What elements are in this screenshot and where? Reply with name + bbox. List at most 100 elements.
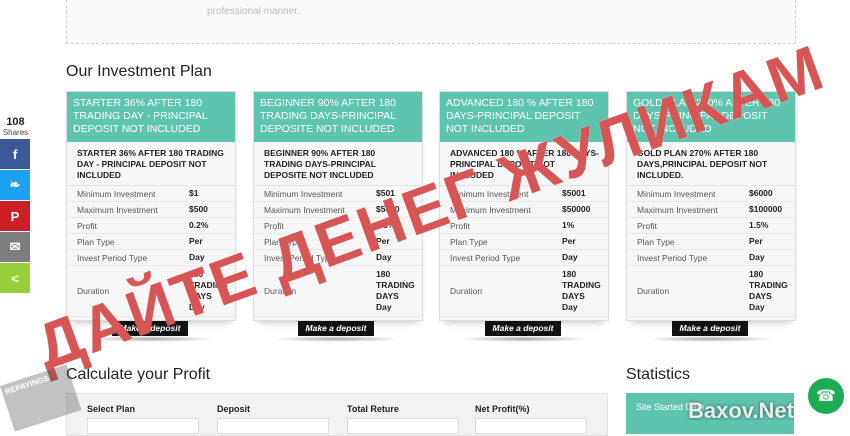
row-max: Maximum Investment $50000 bbox=[440, 202, 608, 218]
label: Profit bbox=[77, 220, 97, 231]
calculator-panel: Select Plan Deposit Total Reture Net Pro… bbox=[66, 393, 608, 436]
label: Minimum Investment bbox=[77, 188, 156, 199]
row-profit: Profit 0.2% bbox=[67, 218, 235, 234]
pinterest-share-button[interactable]: P bbox=[0, 201, 30, 231]
plan-cards: STARTER 36% AFTER 180 TRADING DAY - PRIN… bbox=[66, 91, 796, 351]
label: Maximum Investment bbox=[637, 204, 718, 215]
row-period: Invest Period Type Day bbox=[67, 250, 235, 266]
label: Plan Type bbox=[637, 236, 675, 247]
value: Day bbox=[376, 252, 392, 262]
plan-description: ADVANCED 180 % AFTER 180 DAYS-PRINCIPAL … bbox=[440, 142, 608, 186]
row-duration: Duration 180 TRADING DAYS Day bbox=[67, 266, 235, 317]
share-count: 108 bbox=[6, 116, 25, 128]
row-duration: Duration 180 TRADING DAYS Day bbox=[254, 266, 422, 317]
facebook-icon: f bbox=[12, 146, 18, 162]
label: Plan Type bbox=[77, 236, 115, 247]
row-max: Maximum Investment $100000 bbox=[627, 202, 795, 218]
email-share-button[interactable]: ✉ bbox=[0, 232, 30, 262]
pinterest-icon: P bbox=[10, 208, 20, 224]
value: $500 bbox=[189, 204, 208, 214]
value: $100000 bbox=[749, 204, 783, 214]
value: 180 TRADING DAYS Day bbox=[189, 269, 228, 312]
row-type: Plan Type Per bbox=[254, 234, 422, 250]
label: Maximum Investment bbox=[77, 204, 158, 215]
value: 0.5% bbox=[376, 220, 396, 230]
phone-icon: ☎ bbox=[816, 388, 836, 405]
total-return-field bbox=[347, 418, 459, 434]
value: $50000 bbox=[562, 204, 591, 214]
value: Day bbox=[749, 252, 765, 262]
make-deposit-button[interactable]: Make a deposit bbox=[672, 321, 748, 336]
plan-description: BEGINNER 90% AFTER 180 TRADING DAYS-PRIN… bbox=[254, 142, 422, 186]
row-duration: Duration 180 TRADING DAYS Day bbox=[627, 266, 795, 317]
row-min: Minimum Investment $1 bbox=[67, 186, 235, 202]
net-profit-label: Net Profit(%) bbox=[475, 404, 530, 414]
row-type: Plan Type Per bbox=[67, 234, 235, 250]
label: Invest Period Type bbox=[77, 252, 148, 263]
generic-share-button[interactable]: < bbox=[0, 263, 30, 293]
value: $5001 bbox=[562, 188, 586, 198]
button-shadow bbox=[86, 336, 216, 342]
make-deposit-button[interactable]: Make a deposit bbox=[485, 321, 561, 336]
label: Profit bbox=[264, 220, 284, 231]
row-min: Minimum Investment $6000 bbox=[627, 186, 795, 202]
label: Invest Period Type bbox=[450, 252, 521, 263]
label: Minimum Investment bbox=[264, 188, 343, 199]
watermark: Baxov.Net bbox=[688, 398, 794, 423]
row-period: Invest Period Type Day bbox=[254, 250, 422, 266]
plan-header: GOLD PLAN 270% AFTER 180 DAYS-PRINCIPAL … bbox=[627, 92, 795, 142]
row-min: Minimum Investment $5001 bbox=[440, 186, 608, 202]
plan-card-gold: GOLD PLAN 270% AFTER 180 DAYS-PRINCIPAL … bbox=[626, 91, 796, 321]
value: 180 TRADING DAYS Day bbox=[749, 269, 788, 312]
value: Per bbox=[189, 236, 203, 246]
plan-description: STARTER 36% AFTER 180 TRADING DAY - PRIN… bbox=[67, 142, 235, 186]
label: Plan Type bbox=[450, 236, 488, 247]
total-return-label: Total Reture bbox=[347, 404, 399, 414]
value: Day bbox=[189, 252, 205, 262]
facebook-share-button[interactable]: f bbox=[0, 139, 30, 169]
make-deposit-button[interactable]: Make a deposit bbox=[298, 321, 374, 336]
label: Plan Type bbox=[264, 236, 302, 247]
investment-plan-title: Our Investment Plan bbox=[66, 63, 212, 80]
value: 180 TRADING DAYS Day bbox=[562, 269, 601, 312]
value: 1.5% bbox=[749, 220, 769, 230]
twitter-share-button[interactable]: ❧ bbox=[0, 170, 30, 200]
row-period: Invest Period Type Day bbox=[440, 250, 608, 266]
label: Duration bbox=[450, 286, 483, 296]
email-icon: ✉ bbox=[9, 239, 21, 254]
twitter-icon: ❧ bbox=[9, 177, 21, 192]
label: Duration bbox=[637, 286, 670, 296]
top-box-text: professional manner. bbox=[207, 6, 300, 17]
value: $1 bbox=[189, 188, 199, 198]
plan-description: GOLD PLAN 270% AFTER 180 DAYS,PRINCIPAL … bbox=[627, 142, 795, 186]
plan-card-beginner: BEGINNER 90% AFTER 180 TRADING DAYS-PRIN… bbox=[253, 91, 423, 321]
value: $5000 bbox=[376, 204, 400, 214]
button-shadow bbox=[459, 336, 589, 342]
row-profit: Profit 0.5% bbox=[254, 218, 422, 234]
make-deposit-button[interactable]: Make a deposit bbox=[112, 321, 188, 336]
top-content-box: professional manner. bbox=[66, 0, 796, 44]
label: Invest Period Type bbox=[637, 252, 708, 263]
plan-header: ADVANCED 180 % AFTER 180 DAYS-PRINCIPAL … bbox=[440, 92, 608, 142]
share-label: Shares bbox=[2, 128, 29, 137]
deposit-input[interactable] bbox=[217, 418, 329, 434]
value: Per bbox=[749, 236, 763, 246]
row-profit: Profit 1% bbox=[440, 218, 608, 234]
row-type: Plan Type Per bbox=[440, 234, 608, 250]
label: Maximum Investment bbox=[264, 204, 345, 215]
row-type: Plan Type Per bbox=[627, 234, 795, 250]
row-profit: Profit 1.5% bbox=[627, 218, 795, 234]
chat-button[interactable]: ☎ bbox=[808, 378, 844, 414]
label: Minimum Investment bbox=[637, 188, 716, 199]
label: Profit bbox=[450, 220, 470, 231]
select-plan-dropdown[interactable] bbox=[87, 418, 199, 434]
value: 0.2% bbox=[189, 220, 209, 230]
net-profit-field bbox=[475, 418, 587, 434]
plan-header: BEGINNER 90% AFTER 180 TRADING DAYS-PRIN… bbox=[254, 92, 422, 142]
plan-card-advanced: ADVANCED 180 % AFTER 180 DAYS-PRINCIPAL … bbox=[439, 91, 609, 321]
row-min: Minimum Investment $501 bbox=[254, 186, 422, 202]
deposit-label: Deposit bbox=[217, 404, 251, 414]
label: Profit bbox=[637, 220, 657, 231]
select-plan-label: Select Plan bbox=[87, 404, 136, 414]
value: Per bbox=[562, 236, 576, 246]
